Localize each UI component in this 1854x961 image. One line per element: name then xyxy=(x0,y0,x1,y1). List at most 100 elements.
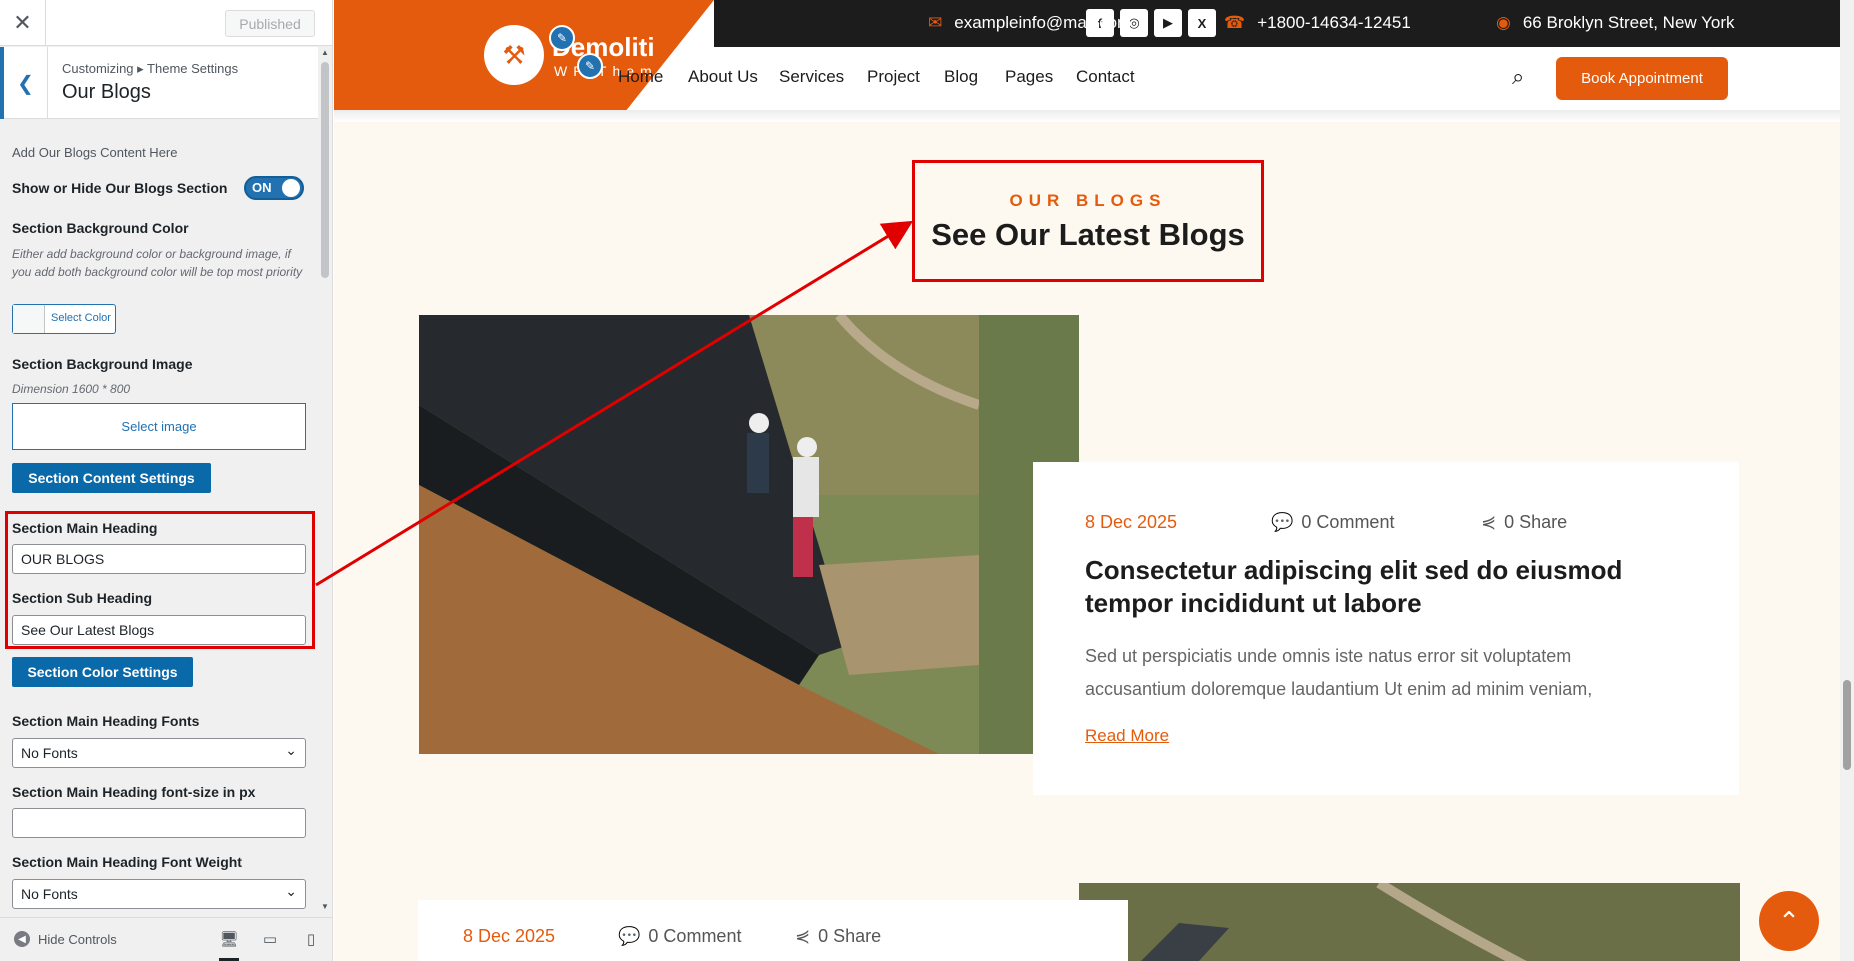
show-hide-toggle[interactable]: ON xyxy=(244,176,304,200)
select-image-button[interactable]: Select image xyxy=(12,403,306,450)
color-settings-button[interactable]: Section Color Settings xyxy=(12,657,193,687)
read-more-link[interactable]: Read More xyxy=(1085,726,1169,746)
blog-image-roof-workers[interactable] xyxy=(419,315,1079,754)
section-heading: See Our Latest Blogs xyxy=(931,217,1245,252)
heading-fonts-label: Section Main Heading Fonts xyxy=(12,713,200,729)
desktop-preview-icon[interactable]: 🖥 xyxy=(219,930,239,961)
post-date: 8 Dec 2025 xyxy=(463,926,555,947)
site-preview: f ◎ ▶ X ✉ exampleinfo@mail.com ☎ +1800-1… xyxy=(334,0,1840,961)
phone-icon: ☎ xyxy=(1224,13,1246,32)
roof-photo-2-illustration xyxy=(1079,883,1740,961)
select-color-label: Select Color xyxy=(51,312,111,324)
scrollbar-thumb[interactable] xyxy=(321,62,329,278)
share-icon: ⋞ xyxy=(1481,512,1497,532)
post-share[interactable]: ⋞ 0 Share xyxy=(795,926,881,947)
scroll-to-top-icon[interactable]: ⌃ xyxy=(1759,891,1819,951)
heading-weight-label: Section Main Heading Font Weight xyxy=(12,854,242,870)
blog-card-2: 8 Dec 2025 💬 0 Comment ⋞ 0 Share xyxy=(418,900,1128,961)
tablet-preview-icon[interactable]: ▭ xyxy=(260,930,280,950)
hide-controls-button[interactable]: ◀ Hide Controls xyxy=(14,931,117,947)
select-color-button[interactable]: Select Color xyxy=(12,304,116,334)
roof-photo-illustration xyxy=(419,315,981,754)
share-icon: ⋞ xyxy=(795,926,811,946)
comment-icon: 💬 xyxy=(1271,512,1294,532)
nav-divider xyxy=(334,110,1840,122)
post-date-text: 8 Dec 2025 xyxy=(463,926,556,946)
post-comments-text: 0 Comment xyxy=(648,926,742,946)
bg-image-desc: Dimension 1600 * 800 xyxy=(12,382,131,396)
search-icon[interactable]: ⌕ xyxy=(1512,64,1524,90)
post-share-text: 0 Share xyxy=(1504,512,1568,532)
post-share[interactable]: ⋞ 0 Share xyxy=(1481,512,1567,533)
customizer-sidebar: ✕ Published ❮ Customizing ▸ Theme Settin… xyxy=(0,0,333,961)
customizer-footer: ◀ Hide Controls 🖥 ▭ ▯ xyxy=(0,917,332,961)
close-icon[interactable]: ✕ xyxy=(0,0,46,46)
edit-pencil-icon[interactable]: ✎ xyxy=(549,25,575,51)
location-icon: ◉ xyxy=(1496,13,1511,32)
edit-pencil-icon[interactable]: ✎ xyxy=(577,53,603,79)
book-appointment-button[interactable]: Book Appointment xyxy=(1556,57,1728,100)
chevron-down-icon: ⌄ xyxy=(285,883,297,899)
logo-icon[interactable]: ⚒ xyxy=(484,25,544,85)
sub-heading-label: Section Sub Heading xyxy=(12,590,153,606)
post-share-text: 0 Share xyxy=(818,926,882,946)
topbar-address: ◉ 66 Broklyn Street, New York xyxy=(1496,13,1735,33)
nav-pages[interactable]: Pages xyxy=(1005,67,1053,87)
nav-home[interactable]: Home xyxy=(618,67,663,87)
bg-color-label: Section Background Color xyxy=(12,220,189,236)
heading-fontsize-input[interactable] xyxy=(12,808,306,838)
email-icon: ✉ xyxy=(928,13,943,32)
bg-color-desc: Either add background color or backgroun… xyxy=(12,247,303,279)
bg-image-label: Section Background Image xyxy=(12,356,193,372)
heading-fonts-value: No Fonts xyxy=(21,745,78,761)
blog-card-1: 8 Dec 2025 💬 0 Comment ⋞ 0 Share Consect… xyxy=(1033,462,1739,795)
our-blogs-section: OUR BLOGS See Our Latest Blogs 8 Dec 202… xyxy=(334,122,1840,961)
toggle-knob xyxy=(282,179,300,197)
preview-scrollbar[interactable] xyxy=(1840,0,1854,961)
blog-image-2[interactable] xyxy=(1079,883,1740,961)
heading-fonts-select[interactable]: No Fonts ⌄ xyxy=(12,738,306,768)
section-header: ❮ Customizing ▸ Theme Settings Our Blogs xyxy=(0,47,318,119)
preview-scrollbar-thumb[interactable] xyxy=(1843,680,1851,770)
heading-weight-value: No Fonts xyxy=(21,886,78,902)
published-button[interactable]: Published xyxy=(225,10,315,37)
intro-text: Add Our Blogs Content Here xyxy=(12,145,178,160)
mobile-preview-icon[interactable]: ▯ xyxy=(301,930,321,950)
email-text: exampleinfo@mail.com xyxy=(954,13,1132,32)
section-heading-highlight: OUR BLOGS See Our Latest Blogs xyxy=(912,160,1264,282)
scroll-down-icon[interactable]: ▼ xyxy=(320,902,330,911)
hide-controls-label: Hide Controls xyxy=(38,931,117,947)
youtube-icon[interactable]: ▶ xyxy=(1154,9,1182,37)
logo-area: ⚒ Demoliti WP Theme xyxy=(334,0,714,110)
screen: ✕ Published ❮ Customizing ▸ Theme Settin… xyxy=(0,0,1854,961)
customizer-header: ✕ Published xyxy=(0,0,332,46)
scroll-up-icon[interactable]: ▲ xyxy=(320,48,330,57)
post-comments[interactable]: 💬 0 Comment xyxy=(618,926,741,947)
nav-project[interactable]: Project xyxy=(867,67,920,87)
panel-title: Our Blogs xyxy=(62,81,151,103)
post-title[interactable]: Consectetur adipiscing elit sed do eiusm… xyxy=(1085,554,1665,620)
back-arrow-icon[interactable]: ❮ xyxy=(0,47,48,119)
post-date-text: 8 Dec 2025 xyxy=(1085,512,1178,532)
nav-blog[interactable]: Blog xyxy=(944,67,978,87)
nav-contact[interactable]: Contact xyxy=(1076,67,1135,87)
section-eyebrow: OUR BLOGS xyxy=(1009,191,1167,210)
main-heading-input[interactable]: OUR BLOGS xyxy=(12,544,306,574)
heading-fontsize-label: Section Main Heading font-size in px xyxy=(12,784,256,800)
address-text: 66 Broklyn Street, New York xyxy=(1522,13,1735,32)
sidebar-scrollbar[interactable]: ▲ ▼ xyxy=(320,48,330,914)
x-twitter-icon[interactable]: X xyxy=(1188,9,1216,37)
post-date: 8 Dec 2025 xyxy=(1085,512,1177,533)
sub-heading-input[interactable]: See Our Latest Blogs xyxy=(12,615,306,645)
comment-icon: 💬 xyxy=(618,926,641,946)
topbar-email[interactable]: ✉ exampleinfo@mail.com xyxy=(928,13,1131,33)
nav-about-us[interactable]: About Us xyxy=(688,67,758,87)
main-heading-label: Section Main Heading xyxy=(12,520,158,536)
post-comments[interactable]: 💬 0 Comment xyxy=(1271,512,1394,533)
content-settings-button[interactable]: Section Content Settings xyxy=(12,463,211,493)
topbar-phone[interactable]: ☎ +1800-14634-12451 xyxy=(1224,13,1411,33)
nav-services[interactable]: Services xyxy=(779,67,844,87)
toggle-state: ON xyxy=(252,180,272,195)
post-excerpt: Sed ut perspiciatis unde omnis iste natu… xyxy=(1085,646,1593,699)
heading-weight-select[interactable]: No Fonts ⌄ xyxy=(12,879,306,909)
